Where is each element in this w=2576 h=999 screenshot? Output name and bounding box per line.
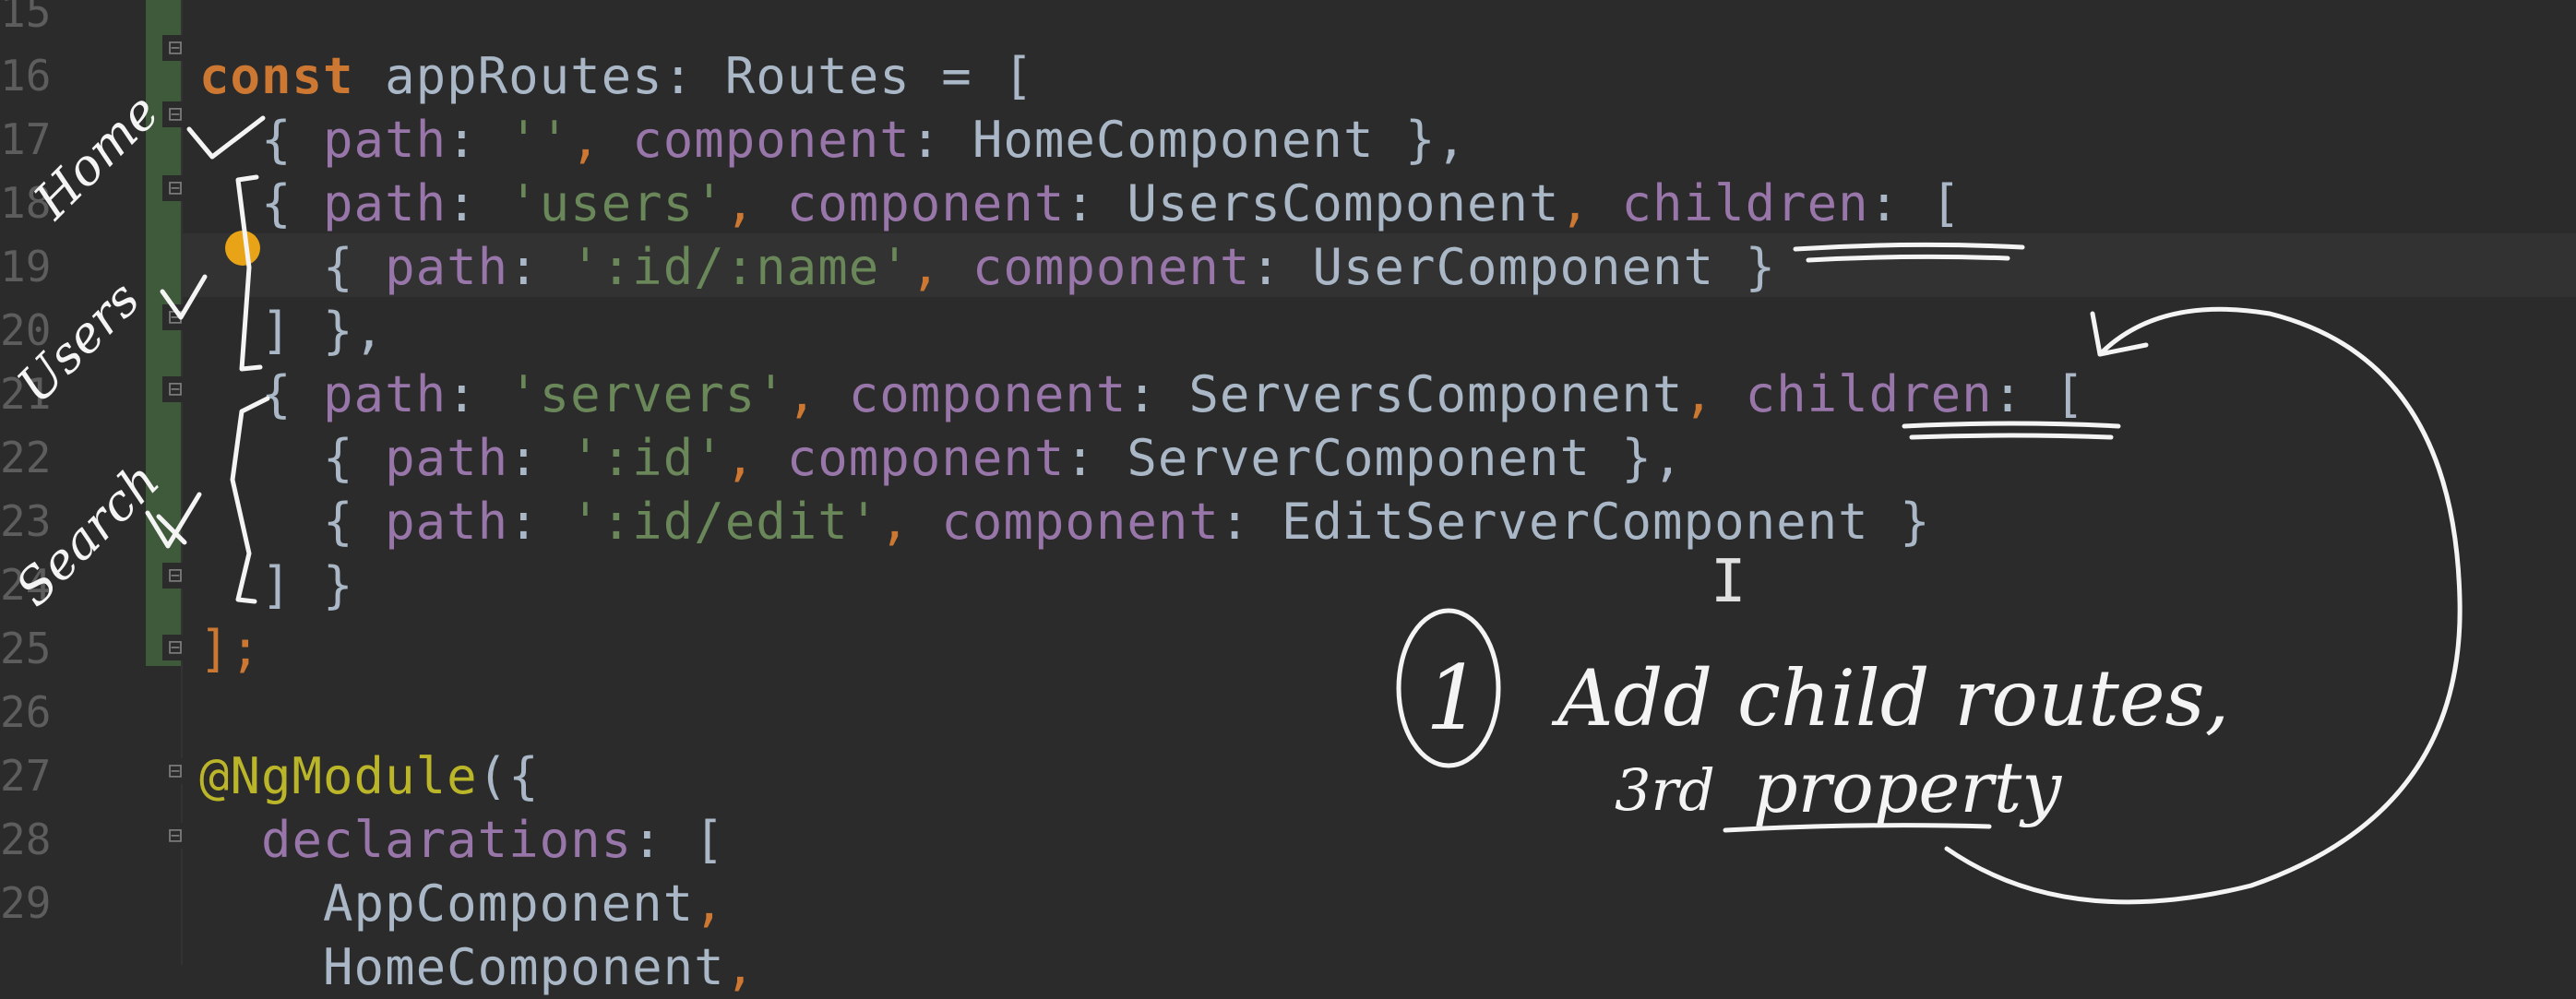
children-underline-1 — [1793, 242, 2025, 263]
home-label: Home — [22, 83, 170, 231]
step-number: 1 — [1425, 647, 1482, 750]
users-check-icon — [160, 274, 208, 320]
users-bracket — [235, 174, 263, 372]
children-underline-2 — [1902, 421, 2121, 440]
servers-bracket — [230, 396, 270, 604]
search-label: Search — [5, 451, 171, 617]
property-underline — [1723, 823, 1992, 833]
note-line-2-word: property — [1753, 746, 2062, 828]
note-line-2-prefix: 3rd — [1615, 756, 1715, 824]
home-check-icon — [186, 115, 266, 160]
arrow-head-icon — [2090, 311, 2149, 357]
users-label: Users — [6, 269, 151, 414]
handwritten-annotations: Home Users Search 1 Add child routes, 3r… — [5, 83, 2463, 905]
note-line-1: Add child routes, — [1551, 653, 2229, 743]
